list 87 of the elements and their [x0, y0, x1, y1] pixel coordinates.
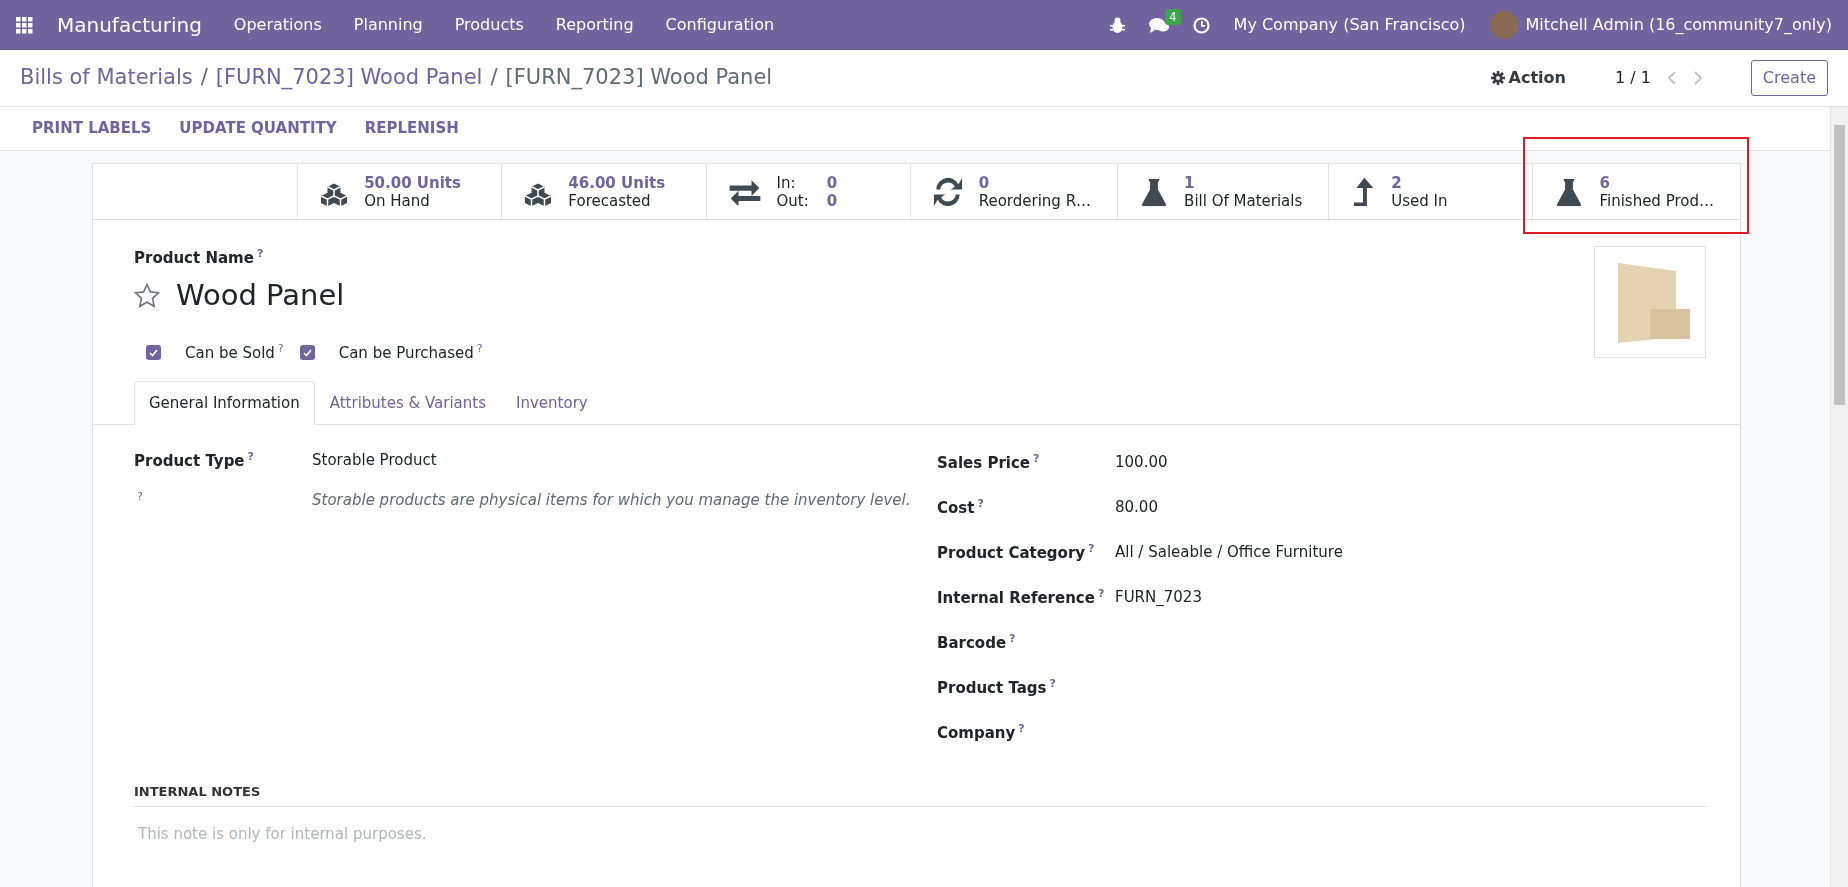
- stat-value: 50.00 Units: [364, 173, 461, 192]
- create-button[interactable]: Create: [1750, 60, 1828, 96]
- help-mark[interactable]: ?: [1033, 452, 1040, 465]
- field-value: Storable Product: [312, 450, 437, 471]
- help-mark[interactable]: ?: [1097, 587, 1105, 600]
- header-button[interactable]: PRINT LABELS: [32, 117, 152, 140]
- checkbox-label: Can be Sold $^{?}$: [185, 341, 284, 364]
- stat-value: 1: [1184, 173, 1196, 192]
- help-mark[interactable]: ?: [1018, 722, 1025, 735]
- refresh-icon: [933, 177, 962, 206]
- field-label: Product Name $^{?}$: [134, 246, 265, 269]
- field-value: 100.00: [1115, 452, 1168, 473]
- breadcrumb-link[interactable]: [FURN_7023] Wood Panel: [215, 62, 483, 94]
- field-label: Barcode $^{?}$: [937, 631, 1017, 654]
- help-mark[interactable]: ?: [1009, 632, 1016, 645]
- scrollbar[interactable]: [1830, 107, 1848, 887]
- out-count: 0: [826, 191, 838, 210]
- header-button[interactable]: UPDATE QUANTITY: [179, 117, 337, 140]
- stat-value: 6: [1599, 173, 1611, 192]
- stat-value: 46.00 Units: [568, 173, 666, 192]
- product-name: Wood Panel: [176, 276, 345, 314]
- field-value: All / Saleable / Office Furniture: [1115, 542, 1343, 563]
- out-label: Out:: [776, 191, 809, 210]
- in-count: 0: [826, 173, 838, 192]
- menu-item[interactable]: Products: [454, 13, 524, 37]
- breadcrumb-link[interactable]: Bills of Materials: [20, 62, 193, 94]
- tab[interactable]: Inventory: [501, 380, 603, 425]
- stat-label: Used In: [1391, 191, 1448, 210]
- breadcrumb-separator: /: [200, 64, 208, 92]
- field-value: FURN_7023: [1115, 587, 1202, 608]
- stat-label: Finished Prod…: [1599, 191, 1714, 210]
- checkbox-label: Can be Purchased $^{?}$: [338, 341, 483, 364]
- help-mark[interactable]: ?: [247, 450, 254, 463]
- help-mark[interactable]: ?: [1049, 677, 1056, 690]
- in-label: In:: [776, 173, 797, 192]
- bug-icon[interactable]: [1109, 17, 1125, 33]
- exchange-arrows-icon: [728, 178, 761, 205]
- menu-item[interactable]: Planning: [353, 13, 423, 37]
- apps-grid-icon[interactable]: [16, 16, 33, 34]
- pager-value: 1 / 1: [1614, 67, 1651, 89]
- help-mark[interactable]: ?: [977, 497, 984, 510]
- tab[interactable]: Attributes & Variants: [314, 380, 502, 425]
- check-icon: [302, 348, 312, 357]
- field-label: Product Type $^{?}$: [134, 449, 255, 472]
- field-label: Company $^{?}$: [937, 721, 1026, 744]
- field-label: Product Tags $^{?}$: [937, 676, 1057, 699]
- chat-bubbles-icon[interactable]: [1148, 17, 1169, 33]
- gear-icon: [1490, 71, 1505, 85]
- checkbox[interactable]: [299, 345, 315, 361]
- scrollbar-thumb[interactable]: [1834, 125, 1845, 405]
- check-icon: [149, 348, 158, 357]
- help-mark[interactable]: ?: [256, 247, 264, 260]
- company-switcher[interactable]: My Company (San Francisco): [1233, 13, 1466, 37]
- clock-icon[interactable]: [1192, 16, 1210, 34]
- flask-icon: [1141, 177, 1168, 206]
- app-title[interactable]: Manufacturing: [57, 10, 202, 40]
- field-label: Sales Price $^{?}$: [937, 451, 1041, 474]
- field-value: 80.00: [1115, 497, 1158, 518]
- field-label: Product Category $^{?}$: [937, 541, 1096, 564]
- menu-item[interactable]: Reporting: [555, 13, 634, 37]
- checkbox[interactable]: [146, 345, 161, 361]
- header-button[interactable]: REPLENISH: [364, 117, 459, 140]
- field-label: Cost $^{?}$: [937, 496, 985, 519]
- tab[interactable]: General Information: [134, 380, 315, 425]
- breadcrumb-current: [FURN_7023] Wood Panel: [505, 64, 773, 92]
- stat-value: 2: [1391, 173, 1403, 192]
- breadcrumb-separator: /: [490, 64, 498, 92]
- up-arrow-icon: [1352, 177, 1374, 206]
- field-label: Internal Reference $^{?}$: [937, 586, 1106, 609]
- star-icon[interactable]: [134, 282, 160, 308]
- menu-item[interactable]: Configuration: [665, 13, 775, 37]
- message-count-badge: 4: [1164, 9, 1181, 25]
- help-mark[interactable]: ?: [137, 489, 143, 503]
- stat-label: Bill Of Materials: [1184, 191, 1303, 210]
- stat-value: 0: [978, 173, 991, 192]
- section-heading: INTERNAL NOTES: [134, 782, 1706, 807]
- menu-item[interactable]: Operations: [233, 13, 322, 37]
- flask-icon: [1556, 177, 1583, 206]
- help-mark[interactable]: ?: [476, 342, 483, 355]
- stat-label: Reordering R…: [978, 191, 1092, 210]
- stat-label: Forecasted: [568, 191, 652, 210]
- help-mark[interactable]: ?: [277, 342, 284, 355]
- field-description: Storable products are physical items for which you manage the inventory level.: [312, 489, 911, 511]
- user-menu[interactable]: Mitchell Admin (16_community7_only): [1525, 13, 1832, 37]
- stat-label: On Hand: [364, 191, 431, 210]
- action-button[interactable]: Action: [1489, 65, 1567, 91]
- help-mark[interactable]: ?: [1088, 542, 1095, 555]
